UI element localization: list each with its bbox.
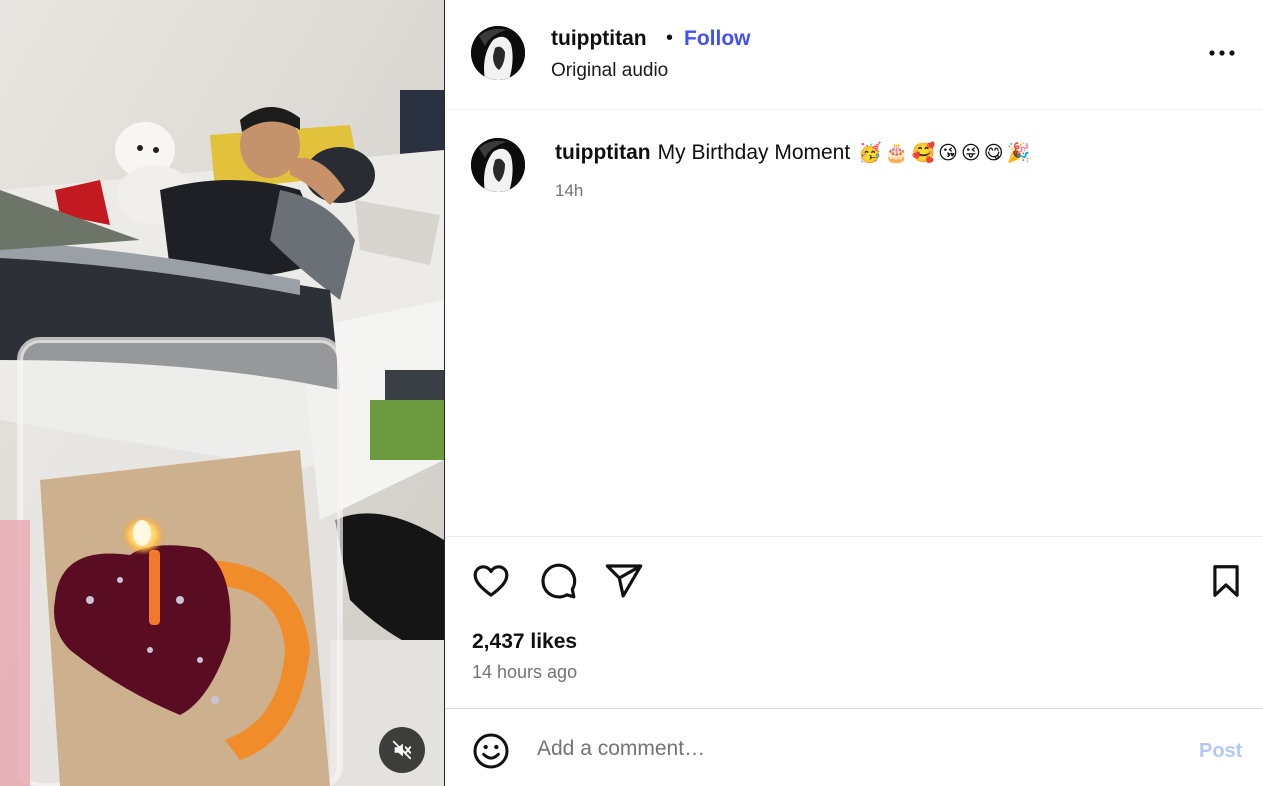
comment-input[interactable] <box>537 734 1157 764</box>
heart-icon[interactable] <box>471 561 511 601</box>
emoji-icon[interactable] <box>471 731 511 771</box>
caption-avatar[interactable] <box>471 138 525 192</box>
bookmark-icon[interactable] <box>1207 561 1245 601</box>
audio-link[interactable]: Original audio <box>551 60 668 82</box>
caption-username[interactable]: tuipptitan <box>555 141 651 164</box>
avatar-image <box>471 138 525 192</box>
username-link[interactable]: tuipptitan <box>551 27 647 51</box>
post-actions: 2,437 likes 14 hours ago <box>445 536 1263 708</box>
caption-emojis: 🥳🎂🥰😘😜😋🎉 <box>858 143 1034 164</box>
reel-video[interactable] <box>0 0 444 786</box>
mute-toggle-button[interactable] <box>379 727 425 773</box>
share-icon[interactable] <box>604 561 644 601</box>
caption-timestamp[interactable]: 14h <box>555 181 583 201</box>
follow-button[interactable]: Follow <box>684 27 751 51</box>
comments-section: tuipptitan My Birthday Moment 🥳🎂🥰😘😜😋🎉 14h <box>445 111 1263 536</box>
comment-form: Post <box>445 708 1263 786</box>
post-header: tuipptitan • Follow Original audio <box>445 0 1263 110</box>
post-caption: tuipptitan My Birthday Moment 🥳🎂🥰😘😜😋🎉 <box>555 141 1033 165</box>
avatar-image <box>471 26 525 80</box>
likes-count[interactable]: 2,437 likes <box>472 630 577 654</box>
muted-speaker-icon <box>392 740 412 760</box>
comment-icon[interactable] <box>538 561 578 601</box>
avatar[interactable] <box>471 26 525 80</box>
video-frame <box>0 0 444 786</box>
more-options-icon[interactable] <box>1207 44 1237 62</box>
caption-text: My Birthday Moment <box>657 141 851 164</box>
post-comment-button[interactable]: Post <box>1199 740 1242 763</box>
post-timestamp: 14 hours ago <box>472 662 578 682</box>
post-side-panel: tuipptitan • Follow Original audio tuipp… <box>445 0 1263 786</box>
separator-dot: • <box>666 27 674 49</box>
